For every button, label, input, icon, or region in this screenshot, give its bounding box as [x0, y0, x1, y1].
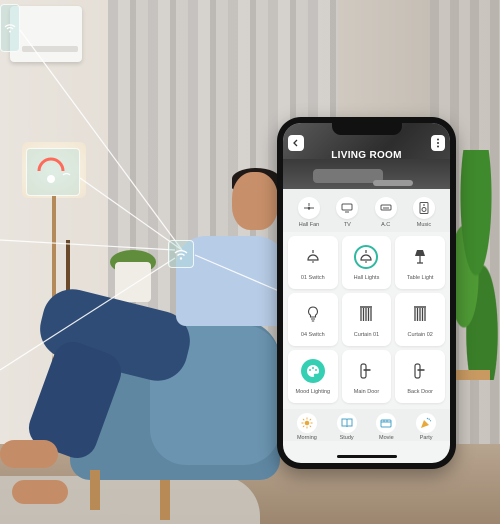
device-label: A.C: [381, 222, 391, 228]
palette-icon: [306, 364, 319, 377]
device-label: Music: [416, 222, 432, 228]
wifi-icon: [174, 250, 188, 260]
air-conditioner-unit: [10, 6, 82, 62]
door-handle-icon: [414, 362, 425, 379]
control-label: Hall Lights: [353, 274, 380, 281]
device-tv[interactable]: TV: [329, 197, 365, 228]
control-04-switch[interactable]: 04 Switch: [288, 293, 338, 346]
device-music[interactable]: Music: [406, 197, 442, 228]
ceiling-lamp-icon: [307, 249, 319, 262]
chair-leg: [160, 480, 170, 520]
device-ac[interactable]: A.C: [368, 197, 404, 228]
scene-party[interactable]: Party: [408, 413, 444, 441]
scene-study[interactable]: Study: [329, 413, 365, 441]
speaker-icon: [419, 202, 429, 214]
bulb-icon: [307, 305, 318, 321]
device-row: Hall Fan TV A.C Music: [283, 189, 450, 232]
scene-label: Morning: [296, 435, 317, 441]
book-icon: [341, 418, 353, 428]
ceiling-lamp-icon: [360, 249, 373, 262]
control-label: Main Door: [353, 388, 380, 395]
movie-icon: [380, 419, 392, 428]
room-photo-table: [373, 180, 413, 186]
page-title: LIVING ROOM: [331, 150, 402, 161]
scene-movie[interactable]: Movie: [368, 413, 404, 441]
control-label: 01 Switch: [300, 274, 325, 281]
control-grid: 01 Switch Hall Lights Table Light 04 Swi…: [283, 232, 450, 407]
device-label: Hall Fan: [298, 222, 320, 228]
chevron-left-icon: [293, 139, 298, 147]
party-icon: [421, 417, 432, 428]
wifi-icon: [4, 24, 16, 33]
more-vertical-icon: [437, 138, 439, 148]
person-head: [232, 172, 278, 230]
more-options-button[interactable]: [431, 135, 445, 151]
smartphone: LIVING ROOM Hall Fan TV A.C Music 01 Swi…: [277, 117, 456, 469]
control-mood-lighting[interactable]: Mood Lighting: [288, 350, 338, 403]
control-label: Back Door: [407, 388, 433, 395]
wifi-hologram-ac: [0, 4, 20, 52]
chair-leg: [90, 470, 100, 510]
air-conditioner-icon: [380, 204, 392, 211]
control-01-switch[interactable]: 01 Switch: [288, 236, 338, 289]
lamp-control-hologram: [26, 148, 80, 196]
control-label: Curtain 02: [407, 331, 433, 338]
scene-morning[interactable]: Morning: [289, 413, 325, 441]
control-table-light[interactable]: Table Light: [395, 236, 445, 289]
back-button[interactable]: [288, 135, 304, 151]
scene-bar: Morning Study Movie Party: [283, 409, 450, 441]
sun-icon: [301, 417, 313, 429]
device-hall-fan[interactable]: Hall Fan: [291, 197, 327, 228]
curtain-icon: [414, 305, 427, 321]
plant-pot: [115, 262, 151, 302]
dial-icon: [37, 157, 71, 183]
person-foot: [0, 440, 58, 468]
device-label: TV: [343, 222, 351, 228]
phone-notch: [331, 123, 402, 135]
control-label: Curtain 01: [353, 331, 380, 338]
control-label: 04 Switch: [300, 331, 325, 338]
table-lamp-icon: [415, 249, 426, 264]
app-screen: LIVING ROOM Hall Fan TV A.C Music 01 Swi…: [283, 123, 450, 463]
control-curtain-01[interactable]: Curtain 01: [341, 293, 392, 346]
scene-label: Study: [339, 435, 354, 441]
person-foot: [12, 480, 68, 504]
control-label: Table Light: [406, 274, 434, 281]
scene-label: Party: [419, 435, 433, 441]
control-curtain-02[interactable]: Curtain 02: [395, 293, 445, 346]
ceiling-fan-icon: [304, 203, 314, 210]
wifi-hologram-phone: [168, 240, 194, 268]
curtain-icon: [360, 305, 373, 321]
door-handle-icon: [360, 362, 371, 379]
control-main-door[interactable]: Main Door: [341, 350, 392, 403]
tv-icon: [341, 203, 353, 213]
control-back-door[interactable]: Back Door: [395, 350, 445, 403]
home-indicator[interactable]: [336, 455, 397, 458]
control-hall-lights[interactable]: Hall Lights: [341, 236, 392, 289]
scene-label: Movie: [379, 435, 394, 441]
control-label: Mood Lighting: [295, 388, 331, 395]
